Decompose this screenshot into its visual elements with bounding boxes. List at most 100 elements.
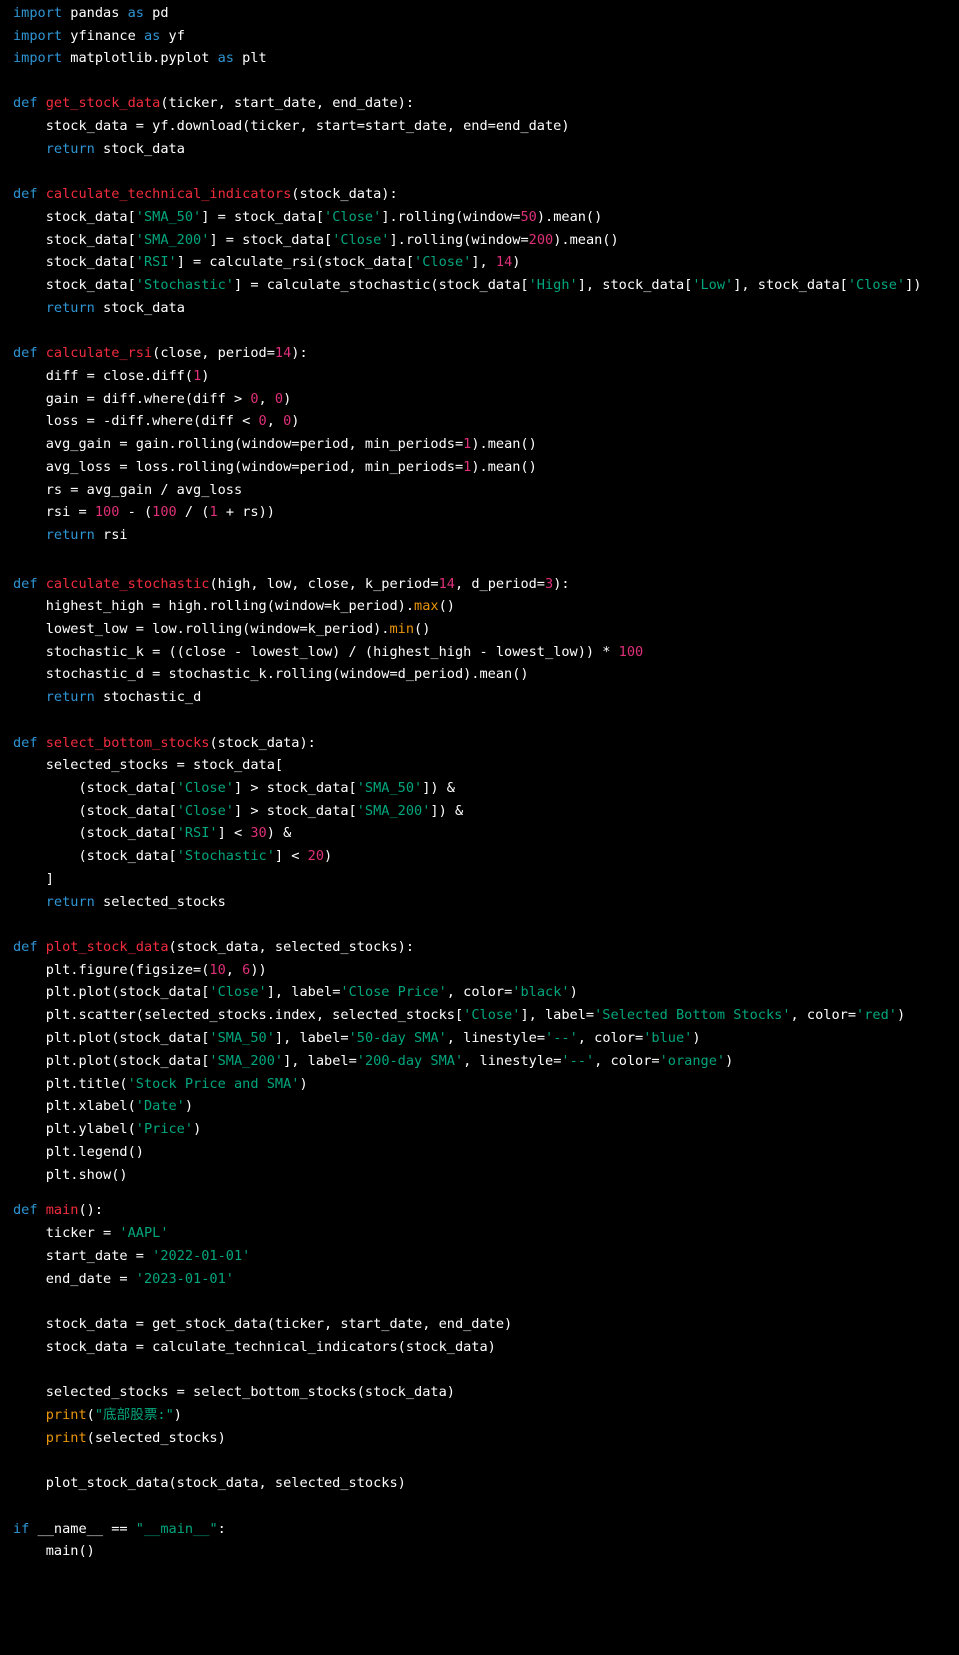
- code-token: (high, low, close, k_period=: [209, 576, 439, 592]
- code-token: ,: [225, 962, 243, 978]
- code-token: return: [45, 300, 95, 316]
- code-token: ]) &: [422, 780, 455, 796]
- code-token: 'RSI': [176, 825, 218, 841]
- code-line: stock_data['Stochastic'] = calculate_sto…: [13, 274, 922, 296]
- code-line: plt.ylabel('Price'): [13, 1118, 202, 1140]
- code-token: selected_stocks = select_bottom_stocks(s…: [13, 1384, 455, 1400]
- code-token: ] <: [217, 825, 251, 841]
- code-line: (stock_data['Close'] > stock_data['SMA_2…: [13, 800, 463, 822]
- code-token: avg_gain = gain.rolling(window=period, m…: [13, 436, 464, 452]
- code-token: 'red': [856, 1007, 897, 1023]
- code-token: stock_data = get_stock_data(ticker, star…: [13, 1316, 513, 1332]
- code-token: 3: [545, 576, 554, 592]
- code-token: 'Selected Bottom Stocks': [594, 1007, 791, 1023]
- code-token: pd: [143, 5, 169, 21]
- code-line: stock_data['SMA_200'] = stock_data['Clos…: [13, 229, 619, 251]
- code-token: '200-day SMA': [356, 1053, 464, 1069]
- code-token: select_bottom_stocks: [45, 735, 210, 751]
- code-token: 'Price': [135, 1121, 194, 1137]
- code-token: 'Close': [176, 780, 234, 796]
- code-line: def calculate_stochastic(high, low, clos…: [13, 573, 570, 595]
- code-token: ticker =: [13, 1225, 120, 1241]
- code-line: gain = diff.where(diff > 0, 0): [13, 388, 292, 410]
- code-token: ], label=: [283, 1053, 357, 1069]
- code-line: def main():: [13, 1199, 103, 1221]
- code-token: 200: [528, 232, 554, 248]
- code-token: ] > stock_data[: [233, 780, 357, 796]
- code-token: '--': [561, 1053, 595, 1069]
- code-line: avg_loss = loss.rolling(window=period, m…: [13, 456, 537, 478]
- code-token: stochastic_d: [94, 689, 202, 705]
- code-token: loss = -diff.where(diff <: [13, 413, 259, 429]
- code-token: main(): [13, 1543, 95, 1559]
- code-line: rsi = 100 - (100 / (1 + rs)): [13, 501, 275, 523]
- code-token: stochastic_d = stochastic_k.rolling(wind…: [13, 666, 529, 682]
- code-token: 'Stochastic': [135, 277, 234, 293]
- code-token: (stock_data[: [13, 780, 177, 796]
- code-token: 'Close': [332, 232, 390, 248]
- code-token: 'SMA_50': [209, 1030, 275, 1046]
- code-token: return: [45, 141, 95, 157]
- code-token: 'Close': [324, 209, 382, 225]
- code-line: stochastic_d = stochastic_k.rolling(wind…: [13, 663, 529, 685]
- code-line: ticker = 'AAPL': [13, 1222, 169, 1244]
- code-token: plt.plot(stock_data[: [13, 984, 210, 1000]
- code-token: ) &: [266, 825, 292, 841]
- code-line: stock_data['RSI'] = calculate_rsi(stock_…: [13, 251, 521, 273]
- code-line: (stock_data['Stochastic'] < 20): [13, 845, 332, 867]
- code-token: 'blue': [643, 1030, 693, 1046]
- code-token: stock_data = calculate_technical_indicat…: [13, 1339, 496, 1355]
- code-token: ): [324, 848, 333, 864]
- code-token: 20: [307, 848, 325, 864]
- code-line: ]: [13, 868, 54, 890]
- code-token: plt.plot(stock_data[: [13, 1053, 210, 1069]
- code-token: matplotlib.pyplot: [62, 50, 218, 66]
- code-line: stock_data = yf.download(ticker, start=s…: [13, 115, 570, 137]
- code-token: - (: [119, 504, 153, 520]
- code-token: (stock_data[: [13, 803, 177, 819]
- code-token: 1: [209, 504, 218, 520]
- code-line: selected_stocks = select_bottom_stocks(s…: [13, 1381, 455, 1403]
- code-token: 0: [274, 391, 284, 407]
- code-token: plt.figure(figsize=(: [13, 962, 210, 978]
- code-token: start_date =: [13, 1248, 153, 1264]
- code-token: get_stock_data: [45, 95, 161, 111]
- code-line: return stochastic_d: [13, 686, 202, 708]
- code-token: import: [13, 5, 63, 21]
- code-token: if: [13, 1521, 30, 1537]
- code-token: def: [13, 735, 38, 751]
- code-line: diff = close.diff(1): [13, 365, 210, 387]
- code-line: selected_stocks = stock_data[: [13, 754, 283, 776]
- code-token: '50-day SMA': [348, 1030, 447, 1046]
- code-token: (stock_data[: [13, 825, 177, 841]
- code-token: ],: [471, 254, 496, 270]
- code-line: plt.show(): [13, 1164, 128, 1186]
- code-token: ).mean(): [553, 232, 619, 248]
- code-token: 0: [250, 391, 259, 407]
- code-token: as: [143, 28, 161, 44]
- code-token: '2022-01-01': [152, 1248, 251, 1264]
- code-token: stock_data[: [13, 232, 136, 248]
- code-token: min: [389, 621, 415, 637]
- code-token: ): [193, 1121, 202, 1137]
- code-token: ): [569, 984, 578, 1000]
- code-token: plt.legend(): [13, 1144, 144, 1160]
- code-token: 'High': [528, 277, 578, 293]
- code-token: 'SMA_50': [356, 780, 423, 796]
- code-token: calculate_technical_indicators: [45, 186, 292, 202]
- code-token: (stock_data):: [291, 186, 398, 202]
- code-line: stock_data = get_stock_data(ticker, star…: [13, 1313, 513, 1335]
- code-token: plt.scatter(selected_stocks.index, selec…: [13, 1007, 464, 1023]
- code-block: import pandas as pd import yfinance as yf…: [0, 0, 959, 1655]
